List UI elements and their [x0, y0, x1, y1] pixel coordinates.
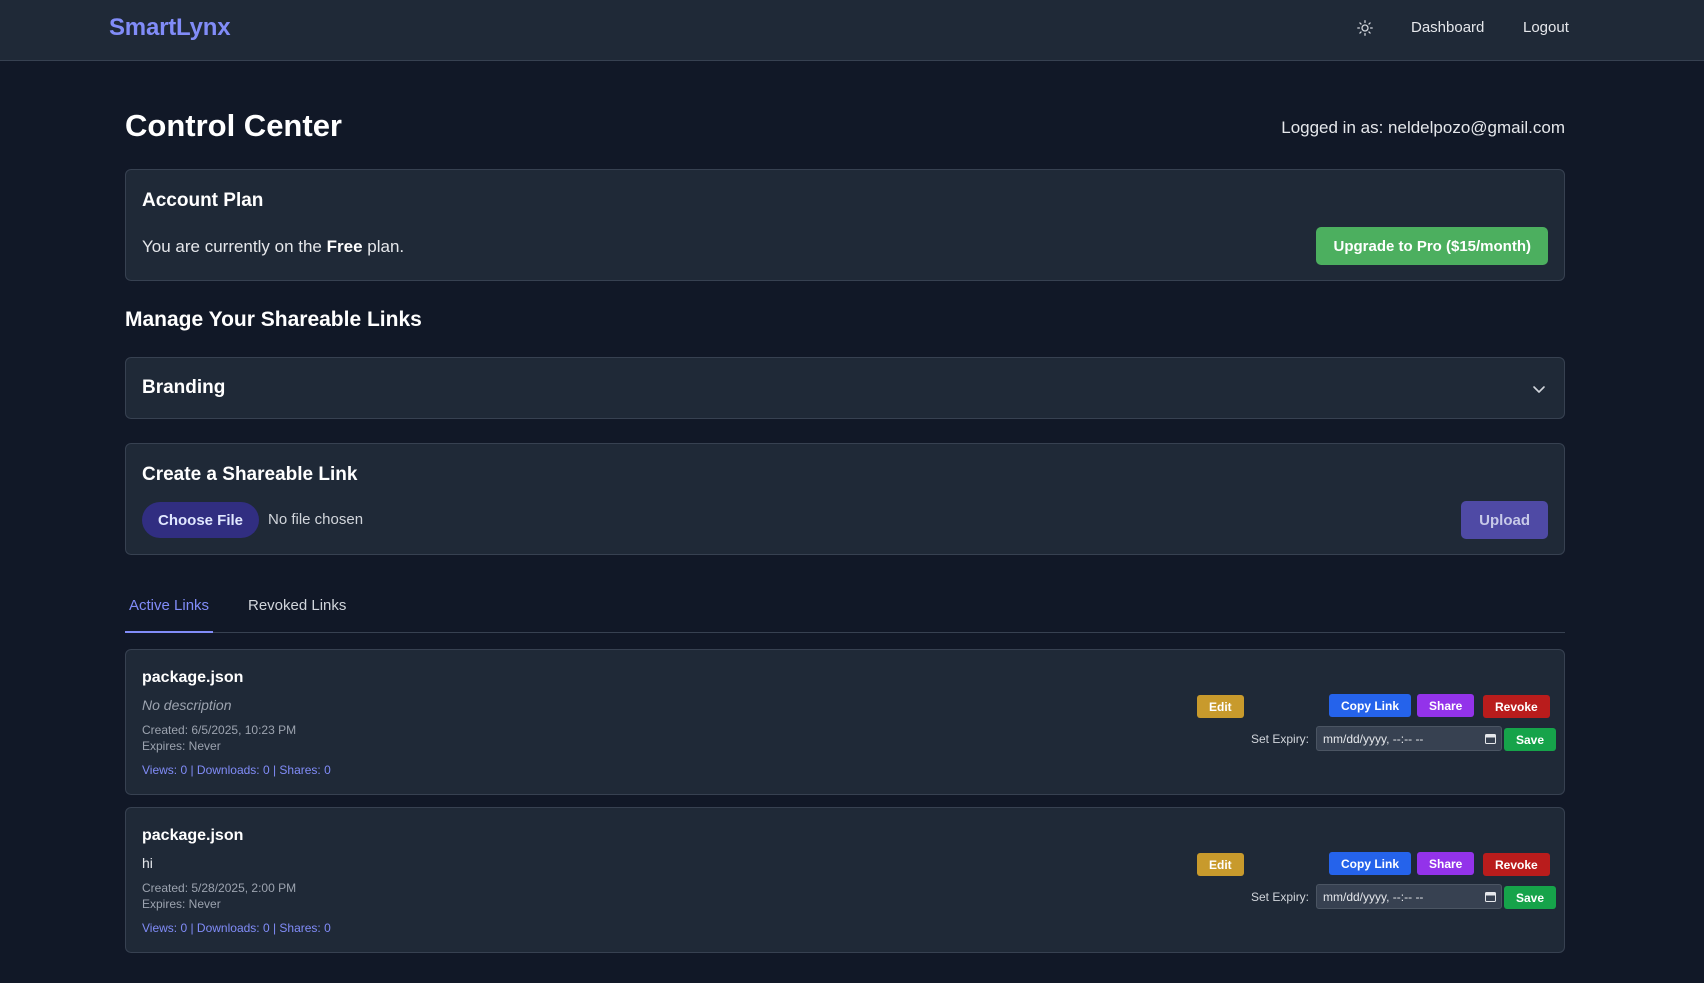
save-expiry-button[interactable]: Save: [1504, 886, 1557, 909]
revoke-button[interactable]: Revoke: [1483, 853, 1550, 876]
upgrade-to-pro-button[interactable]: Upgrade to Pro ($15/month): [1316, 227, 1548, 265]
expiry-input-placeholder: mm/dd/yyyy, --:-- --: [1323, 890, 1424, 904]
save-expiry-button[interactable]: Save: [1504, 728, 1557, 751]
file-status-text: No file chosen: [268, 511, 364, 528]
link-stats: Views: 0 | Downloads: 0 | Shares: 0: [142, 921, 331, 935]
revoke-button[interactable]: Revoke: [1483, 695, 1550, 718]
expiry-input-placeholder: mm/dd/yyyy, --:-- --: [1323, 732, 1424, 746]
plan-name: Free: [326, 237, 363, 256]
link-stats: Views: 0 | Downloads: 0 | Shares: 0: [142, 763, 331, 777]
logged-in-user: Logged in as: neldelpozo@gmail.com: [1281, 118, 1565, 137]
branding-title: Branding: [142, 377, 226, 398]
nav-dashboard-link[interactable]: Dashboard: [1411, 19, 1484, 36]
set-expiry-label: Set Expiry:: [1251, 732, 1310, 746]
link-expires: Expires: Never: [142, 739, 221, 753]
plan-status-text: You are currently on the Free plan.: [142, 237, 404, 257]
copy-link-button[interactable]: Copy Link: [1329, 694, 1412, 717]
calendar-icon[interactable]: [1485, 891, 1496, 902]
calendar-icon[interactable]: [1485, 733, 1496, 744]
link-description: hi: [142, 855, 153, 871]
brand-logo[interactable]: SmartLynx: [109, 14, 231, 42]
create-link-title: Create a Shareable Link: [142, 464, 358, 485]
chevron-down-icon: [1533, 386, 1545, 393]
copy-link-button[interactable]: Copy Link: [1329, 852, 1412, 875]
page-title: Control Center: [125, 108, 342, 143]
edit-button[interactable]: Edit: [1197, 853, 1244, 876]
edit-button[interactable]: Edit: [1197, 695, 1244, 718]
branding-accordion[interactable]: Branding: [125, 357, 1565, 419]
nav-logout-link[interactable]: Logout: [1523, 19, 1569, 36]
link-card: package.json No description Created: 6/5…: [125, 649, 1565, 795]
expiry-datetime-input[interactable]: mm/dd/yyyy, --:-- --: [1316, 884, 1502, 909]
plan-text-prefix: You are currently on the: [142, 237, 327, 256]
link-file-name: package.json: [142, 827, 244, 844]
link-card: package.json hi Created: 5/28/2025, 2:00…: [125, 807, 1565, 953]
share-button[interactable]: Share: [1417, 852, 1475, 875]
link-created: Created: 5/28/2025, 2:00 PM: [142, 881, 297, 895]
upload-button[interactable]: Upload: [1461, 501, 1548, 539]
top-navbar: SmartLynx Dashboard Logout: [0, 0, 1704, 61]
link-expires: Expires: Never: [142, 897, 221, 911]
link-description: No description: [142, 697, 232, 713]
plan-text-suffix: plan.: [362, 237, 405, 256]
sun-icon: [1357, 20, 1373, 36]
link-created: Created: 6/5/2025, 10:23 PM: [142, 723, 297, 737]
expiry-datetime-input[interactable]: mm/dd/yyyy, --:-- --: [1316, 726, 1502, 751]
links-tabs: Active Links Revoked Links: [125, 585, 1565, 633]
theme-toggle-button[interactable]: [1355, 18, 1375, 38]
account-plan-title: Account Plan: [142, 190, 264, 211]
create-link-card: Create a Shareable Link Choose File No f…: [125, 443, 1565, 555]
tab-active-links[interactable]: Active Links: [125, 585, 214, 633]
set-expiry-label: Set Expiry:: [1251, 890, 1310, 904]
share-button[interactable]: Share: [1417, 694, 1475, 717]
link-file-name: package.json: [142, 669, 244, 686]
choose-file-button[interactable]: Choose File: [142, 502, 260, 538]
manage-links-heading: Manage Your Shareable Links: [125, 308, 422, 331]
tab-revoked-links[interactable]: Revoked Links: [244, 585, 350, 633]
account-plan-card: Account Plan You are currently on the Fr…: [125, 169, 1565, 281]
